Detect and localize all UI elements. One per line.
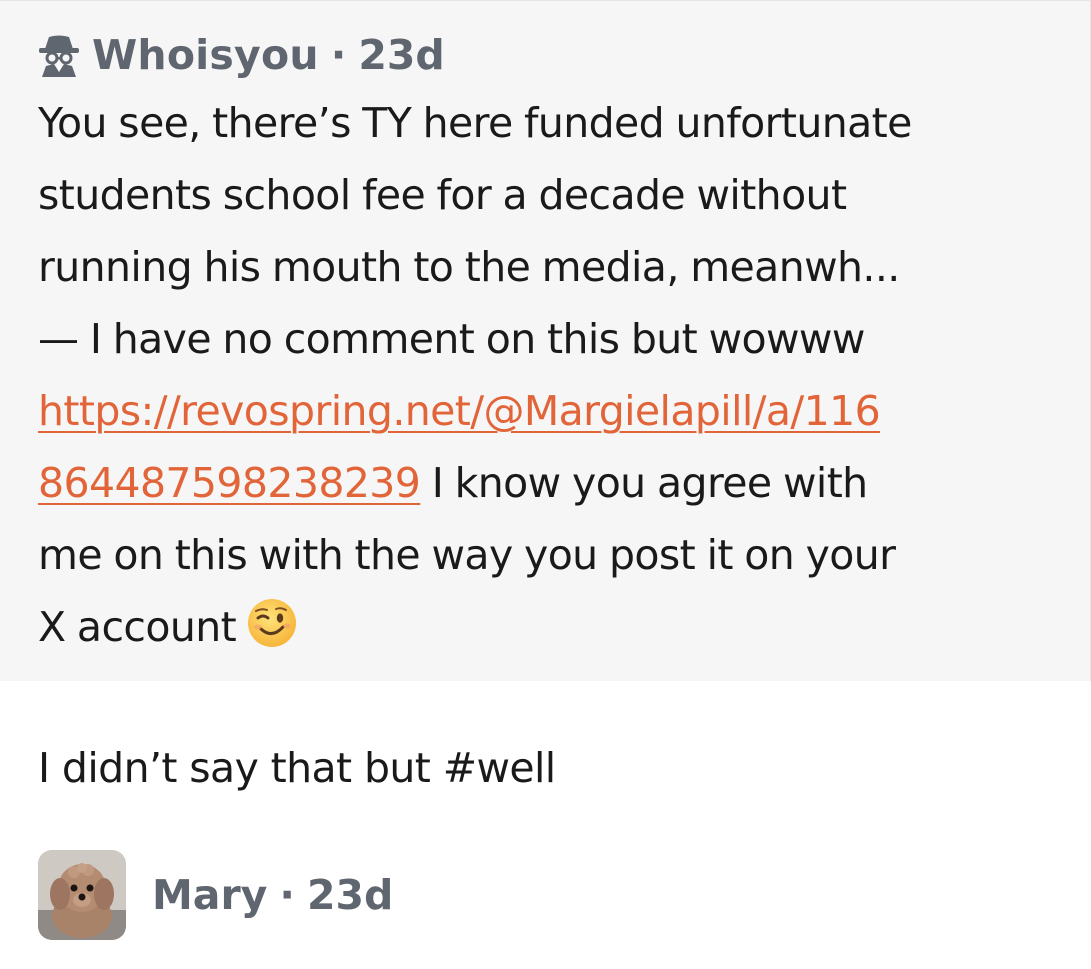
- answer-page: Whoisyou · 23d You see, there’s TY here …: [0, 0, 1091, 969]
- question-line: https://revospring.net/@Margielapill/a/1…: [38, 375, 1043, 447]
- question-line: X account: [38, 591, 1043, 663]
- question-line: You see, there’s TY here funded unfortun…: [38, 99, 912, 147]
- answer-meta-separator: ·: [279, 871, 295, 919]
- avatar[interactable]: [38, 850, 126, 940]
- question-line-text: I know you agree with: [420, 459, 868, 507]
- question-text[interactable]: You see, there’s TY here funded unfortun…: [38, 87, 1043, 663]
- question-link[interactable]: https://revospring.net/@Margielapill/a/1…: [38, 387, 881, 435]
- answer-text: I didn’t say that but #well: [38, 744, 556, 792]
- question-link-continued[interactable]: 864487598238239: [38, 459, 421, 507]
- question-header: Whoisyou · 23d: [36, 27, 445, 83]
- answer-timestamp: 23d: [307, 871, 394, 919]
- answer-author-row: Mary · 23d: [38, 850, 393, 940]
- question-line: 864487598238239 I know you agree with: [38, 447, 1043, 519]
- question-line: students school fee for a decade without: [38, 171, 847, 219]
- question-line-text: X account: [38, 603, 237, 651]
- question-box: Whoisyou · 23d You see, there’s TY here …: [0, 0, 1091, 681]
- winking-face-icon: [246, 597, 298, 649]
- question-line: me on this with the way you post it on y…: [38, 531, 896, 579]
- question-line: running his mouth to the media, meanwh..…: [38, 243, 900, 291]
- spy-icon: [36, 32, 82, 78]
- question-timestamp: 23d: [358, 31, 445, 79]
- question-meta-separator: ·: [330, 31, 347, 79]
- question-line: — I have no comment on this but wowww: [38, 315, 865, 363]
- answer-author[interactable]: Mary: [152, 871, 267, 919]
- question-author[interactable]: Whoisyou: [92, 31, 319, 79]
